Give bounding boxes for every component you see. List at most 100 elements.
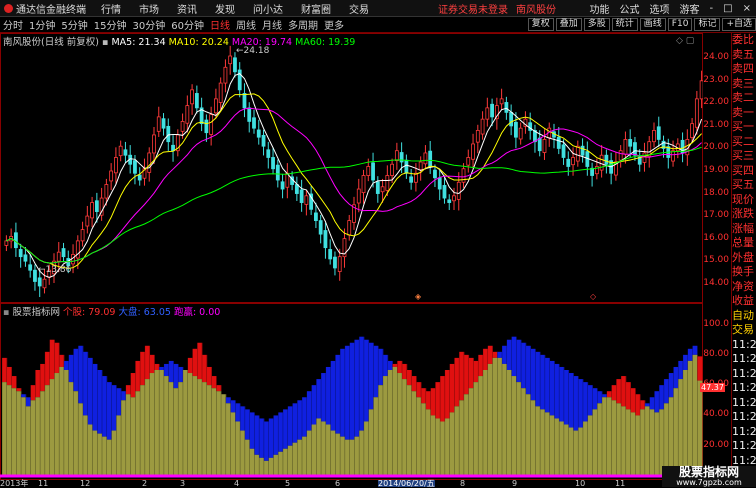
date-tick: 4: [234, 479, 240, 488]
candle-body: [156, 116, 161, 132]
indicator-base-bar: [97, 433, 103, 476]
indicator-tick: 40.00: [703, 409, 729, 420]
menu-item-quotes[interactable]: 行情: [92, 1, 130, 16]
candle-body: [566, 158, 571, 167]
indicator-base-bar: [154, 370, 160, 476]
menu-item-ask[interactable]: 问小达: [244, 1, 292, 16]
indicator-base-bar: [382, 376, 389, 476]
overlay-button[interactable]: 叠加: [555, 18, 582, 31]
multi-stock-button[interactable]: 多股: [583, 18, 610, 31]
side-panel-item: 现价: [732, 192, 754, 206]
mark-button[interactable]: 标记: [694, 18, 721, 31]
menu-item-function[interactable]: 功能: [585, 1, 615, 16]
indicator-band: [178, 366, 184, 383]
side-panel-item: 涨跌: [732, 207, 754, 220]
indicator-title: 股票指标网: [12, 307, 60, 318]
login-warning[interactable]: 证券交易未登录: [438, 1, 508, 16]
candle-body: [456, 181, 461, 200]
draw-line-button[interactable]: 画线: [639, 18, 666, 31]
indicator-base-bar: [568, 427, 574, 476]
maximize-button[interactable]: □: [718, 3, 737, 14]
indicator-band: [268, 418, 274, 458]
indicator-band: [378, 348, 384, 386]
price-tick: 19.00: [703, 165, 729, 175]
indicator-base-bar: [540, 409, 546, 476]
indicator-band: [387, 360, 393, 370]
menu-item-news[interactable]: 资讯: [168, 1, 206, 16]
candle-body: [356, 188, 361, 204]
candle-body: [33, 269, 37, 282]
indicator-base-bar: [197, 379, 203, 476]
period-tab-60min[interactable]: 60分钟: [168, 17, 207, 32]
indicator-band: [678, 360, 684, 380]
candle-body: [61, 248, 66, 258]
stats-button[interactable]: 统计: [611, 18, 638, 31]
candle-body: [194, 93, 199, 109]
indicator-base-bar: [525, 394, 531, 476]
close-button[interactable]: ×: [738, 3, 756, 14]
side-panel-item: 卖二: [732, 91, 754, 104]
indicator-band: [116, 388, 122, 416]
watermark-title: 股票指标网: [678, 465, 739, 479]
period-tab-30min[interactable]: 30分钟: [129, 17, 168, 32]
indicator-base-bar: [163, 376, 170, 476]
indicator-base-bar: [40, 391, 46, 476]
indicator-band: [425, 391, 431, 410]
period-tab-intraday[interactable]: 分时: [0, 17, 26, 32]
indicator-base-bar: [321, 421, 327, 476]
indicator-base-bar: [435, 418, 441, 476]
indicator-band: [197, 342, 203, 380]
app-logo-icon: [4, 3, 13, 13]
indicator-band: [563, 370, 570, 425]
period-tab-monthly[interactable]: 月线: [259, 17, 285, 32]
candle-body: [147, 152, 152, 173]
period-tab-weekly[interactable]: 周线: [233, 17, 259, 32]
indicator-band: [635, 394, 641, 416]
indicator-band: [121, 391, 127, 401]
adjust-button[interactable]: 复权: [527, 18, 554, 31]
indicator-base-bar: [287, 445, 293, 476]
candle-body: [656, 126, 661, 140]
indicator-chart[interactable]: [0, 303, 703, 480]
period-tab-1min[interactable]: 1分钟: [26, 17, 58, 32]
indicator-band: [435, 382, 441, 419]
indicator-base-bar: [363, 421, 370, 476]
side-panel-item: 买四: [732, 163, 754, 177]
indicator-band: [406, 370, 412, 386]
candle-body: [94, 200, 99, 212]
minimize-button[interactable]: -: [705, 3, 719, 14]
chart-options-icon[interactable]: ◇ ▢: [676, 36, 694, 46]
indicator-base-bar: [25, 406, 31, 476]
indicator-base-bar: [240, 430, 246, 476]
indicator-base-bar: [692, 354, 698, 476]
candlestick-chart[interactable]: ◈ ◇: [0, 33, 703, 303]
add-watchlist-button[interactable]: +自选: [722, 18, 756, 31]
menu-item-options[interactable]: 选项: [645, 1, 675, 16]
menu-item-discover[interactable]: 发现: [206, 1, 244, 16]
indicator-band: [16, 388, 22, 392]
candle-body: [542, 139, 547, 153]
period-tab-more[interactable]: 更多: [321, 17, 347, 32]
menu-item-formula[interactable]: 公式: [615, 1, 645, 16]
indicator-band: [240, 406, 246, 431]
indicator-band: [568, 373, 574, 428]
period-tab-multi[interactable]: 多周期: [285, 17, 321, 32]
indicator-tick: 100.0: [703, 318, 729, 329]
menu-item-market[interactable]: 市场: [130, 1, 168, 16]
indicator-band: [673, 366, 679, 389]
indicator-band: [25, 397, 31, 407]
date-tick: 11: [615, 479, 626, 488]
menu-item-guest[interactable]: 游客: [675, 1, 705, 16]
menu-item-wealth[interactable]: 财富圈: [292, 1, 340, 16]
legend-dot-icon: ▪: [101, 37, 109, 48]
indicator-band: [373, 345, 379, 398]
f10-button[interactable]: F10: [667, 18, 693, 31]
indicator-base-bar: [297, 439, 303, 476]
indicator-base-bar: [497, 357, 503, 476]
candle-body: [42, 278, 47, 289]
menu-item-trade[interactable]: 交易: [340, 1, 378, 16]
period-tab-daily[interactable]: 日线: [207, 17, 233, 32]
period-tab-15min[interactable]: 15分钟: [91, 17, 130, 32]
indicator-band: [687, 348, 693, 361]
period-tab-5min[interactable]: 5分钟: [58, 17, 90, 32]
